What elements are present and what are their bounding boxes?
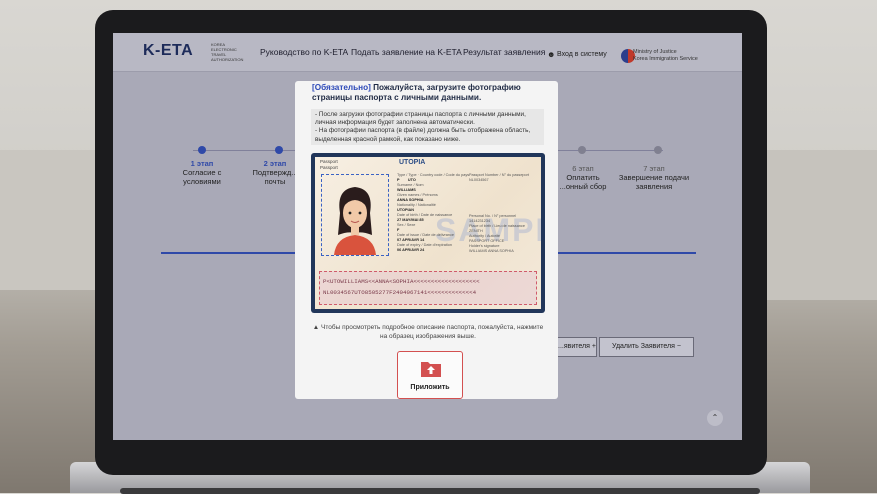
mrz-line-2: NL0034567UTO8505277F2404067141<<<<<<<<<<… (323, 289, 477, 296)
add-applicant-button[interactable]: ...явителя + (557, 337, 597, 357)
modal-title: [Обязательно] Пожалуйста, загрузите фото… (312, 83, 547, 103)
pp-number: NL0034567 (469, 178, 489, 182)
screen: K-ETA KOREA ELECTRONIC TRAVEL AUTHORIZAT… (113, 33, 742, 440)
step-7-label: Завершение подачи заявления (618, 173, 690, 191)
step-6-num: 6 этап (572, 164, 594, 173)
step-2-label: Подтвержд... почты (252, 168, 298, 186)
passport-sample-page[interactable]: Passport Passport UTOPIA SAMPLE (315, 157, 541, 309)
step-1-label: Согласие с условиями (182, 168, 222, 186)
required-tag: [Обязательно] (312, 83, 371, 92)
ministry-name: Ministry of Justice (633, 49, 677, 55)
service-name: Korea Immigration Service (633, 56, 698, 62)
step-6: 6 этап Оплатить ...онный сбор (553, 164, 613, 191)
note-autofill: - После загрузки фотографии страницы пас… (315, 111, 526, 127)
passport-photo-frame (321, 174, 389, 256)
passport-country: UTOPIA (399, 159, 426, 166)
step-1-num: 1 этап (190, 159, 214, 168)
keta-logo-subtitle: KOREA ELECTRONIC TRAVEL AUTHORIZATION (211, 42, 244, 62)
pp-signature: WILLIAMS ANNA SOPHIA (469, 249, 514, 253)
site-header: K-ETA KOREA ELECTRONIC TRAVEL AUTHORIZAT… (113, 33, 742, 72)
attach-button[interactable]: Приложить (397, 351, 463, 399)
step-dot-7 (654, 146, 662, 154)
mrz-line-1: P<UTOWILLIAMS<<ANNA<SOPHIA<<<<<<<<<<<<<<… (323, 278, 480, 285)
delete-applicant-button[interactable]: Удалить Заявителя − (599, 337, 694, 357)
ministry-label: Ministry of Justice Korea Immigration Se… (633, 49, 698, 63)
attach-button-label: Приложить (410, 384, 450, 391)
pp-code: UTO (407, 178, 416, 182)
note-red-frame: - На фотографии паспорта (в файле) должн… (315, 127, 531, 143)
step-dot-6 (578, 146, 586, 154)
scroll-top-button[interactable]: ⌃ (707, 410, 723, 426)
laptop-hinge (120, 488, 760, 494)
step-7-num: 7 этап (643, 164, 665, 173)
step-2-num: 2 этап (263, 159, 287, 168)
passport-mrz-zone: P<UTOWILLIAMS<<ANNA<SOPHIA<<<<<<<<<<<<<<… (319, 271, 537, 305)
keta-logo[interactable]: K-ETA (143, 42, 193, 60)
nav-guide[interactable]: Руководство по K-ETA (260, 47, 348, 57)
step-1: 1 этап Согласие с условиями (172, 159, 232, 186)
nav-apply[interactable]: Подать заявление на K-ETA (351, 47, 462, 57)
passport-hint: ▲ Чтобы просмотреть подробное описание п… (312, 324, 544, 340)
pp-type: P (397, 178, 400, 182)
passport-photo-icon (334, 187, 376, 255)
upload-folder-icon (421, 362, 441, 377)
modal-notes: - После загрузки фотографии страницы пас… (311, 109, 544, 145)
login-link[interactable]: Вход в систему (557, 51, 607, 58)
nav-result[interactable]: Результат заявления (463, 47, 545, 57)
step-dot-1 (198, 146, 206, 154)
passport-fields-right: Passport Number / N° du passeport NL0034… (469, 173, 539, 254)
step-7: 7 этап Завершение подачи заявления (617, 164, 691, 191)
passport-upload-modal: [Обязательно] Пожалуйста, загрузите фото… (295, 81, 558, 399)
passport-header-labels: Passport Passport (320, 159, 338, 171)
passport-label-en: Passport (320, 165, 338, 170)
user-icon[interactable]: ☻ (547, 50, 555, 59)
step-dot-2 (275, 146, 283, 154)
passport-sample-image[interactable]: Passport Passport UTOPIA SAMPLE (311, 153, 545, 313)
step-6-label: Оплатить ...онный сбор (559, 173, 607, 191)
